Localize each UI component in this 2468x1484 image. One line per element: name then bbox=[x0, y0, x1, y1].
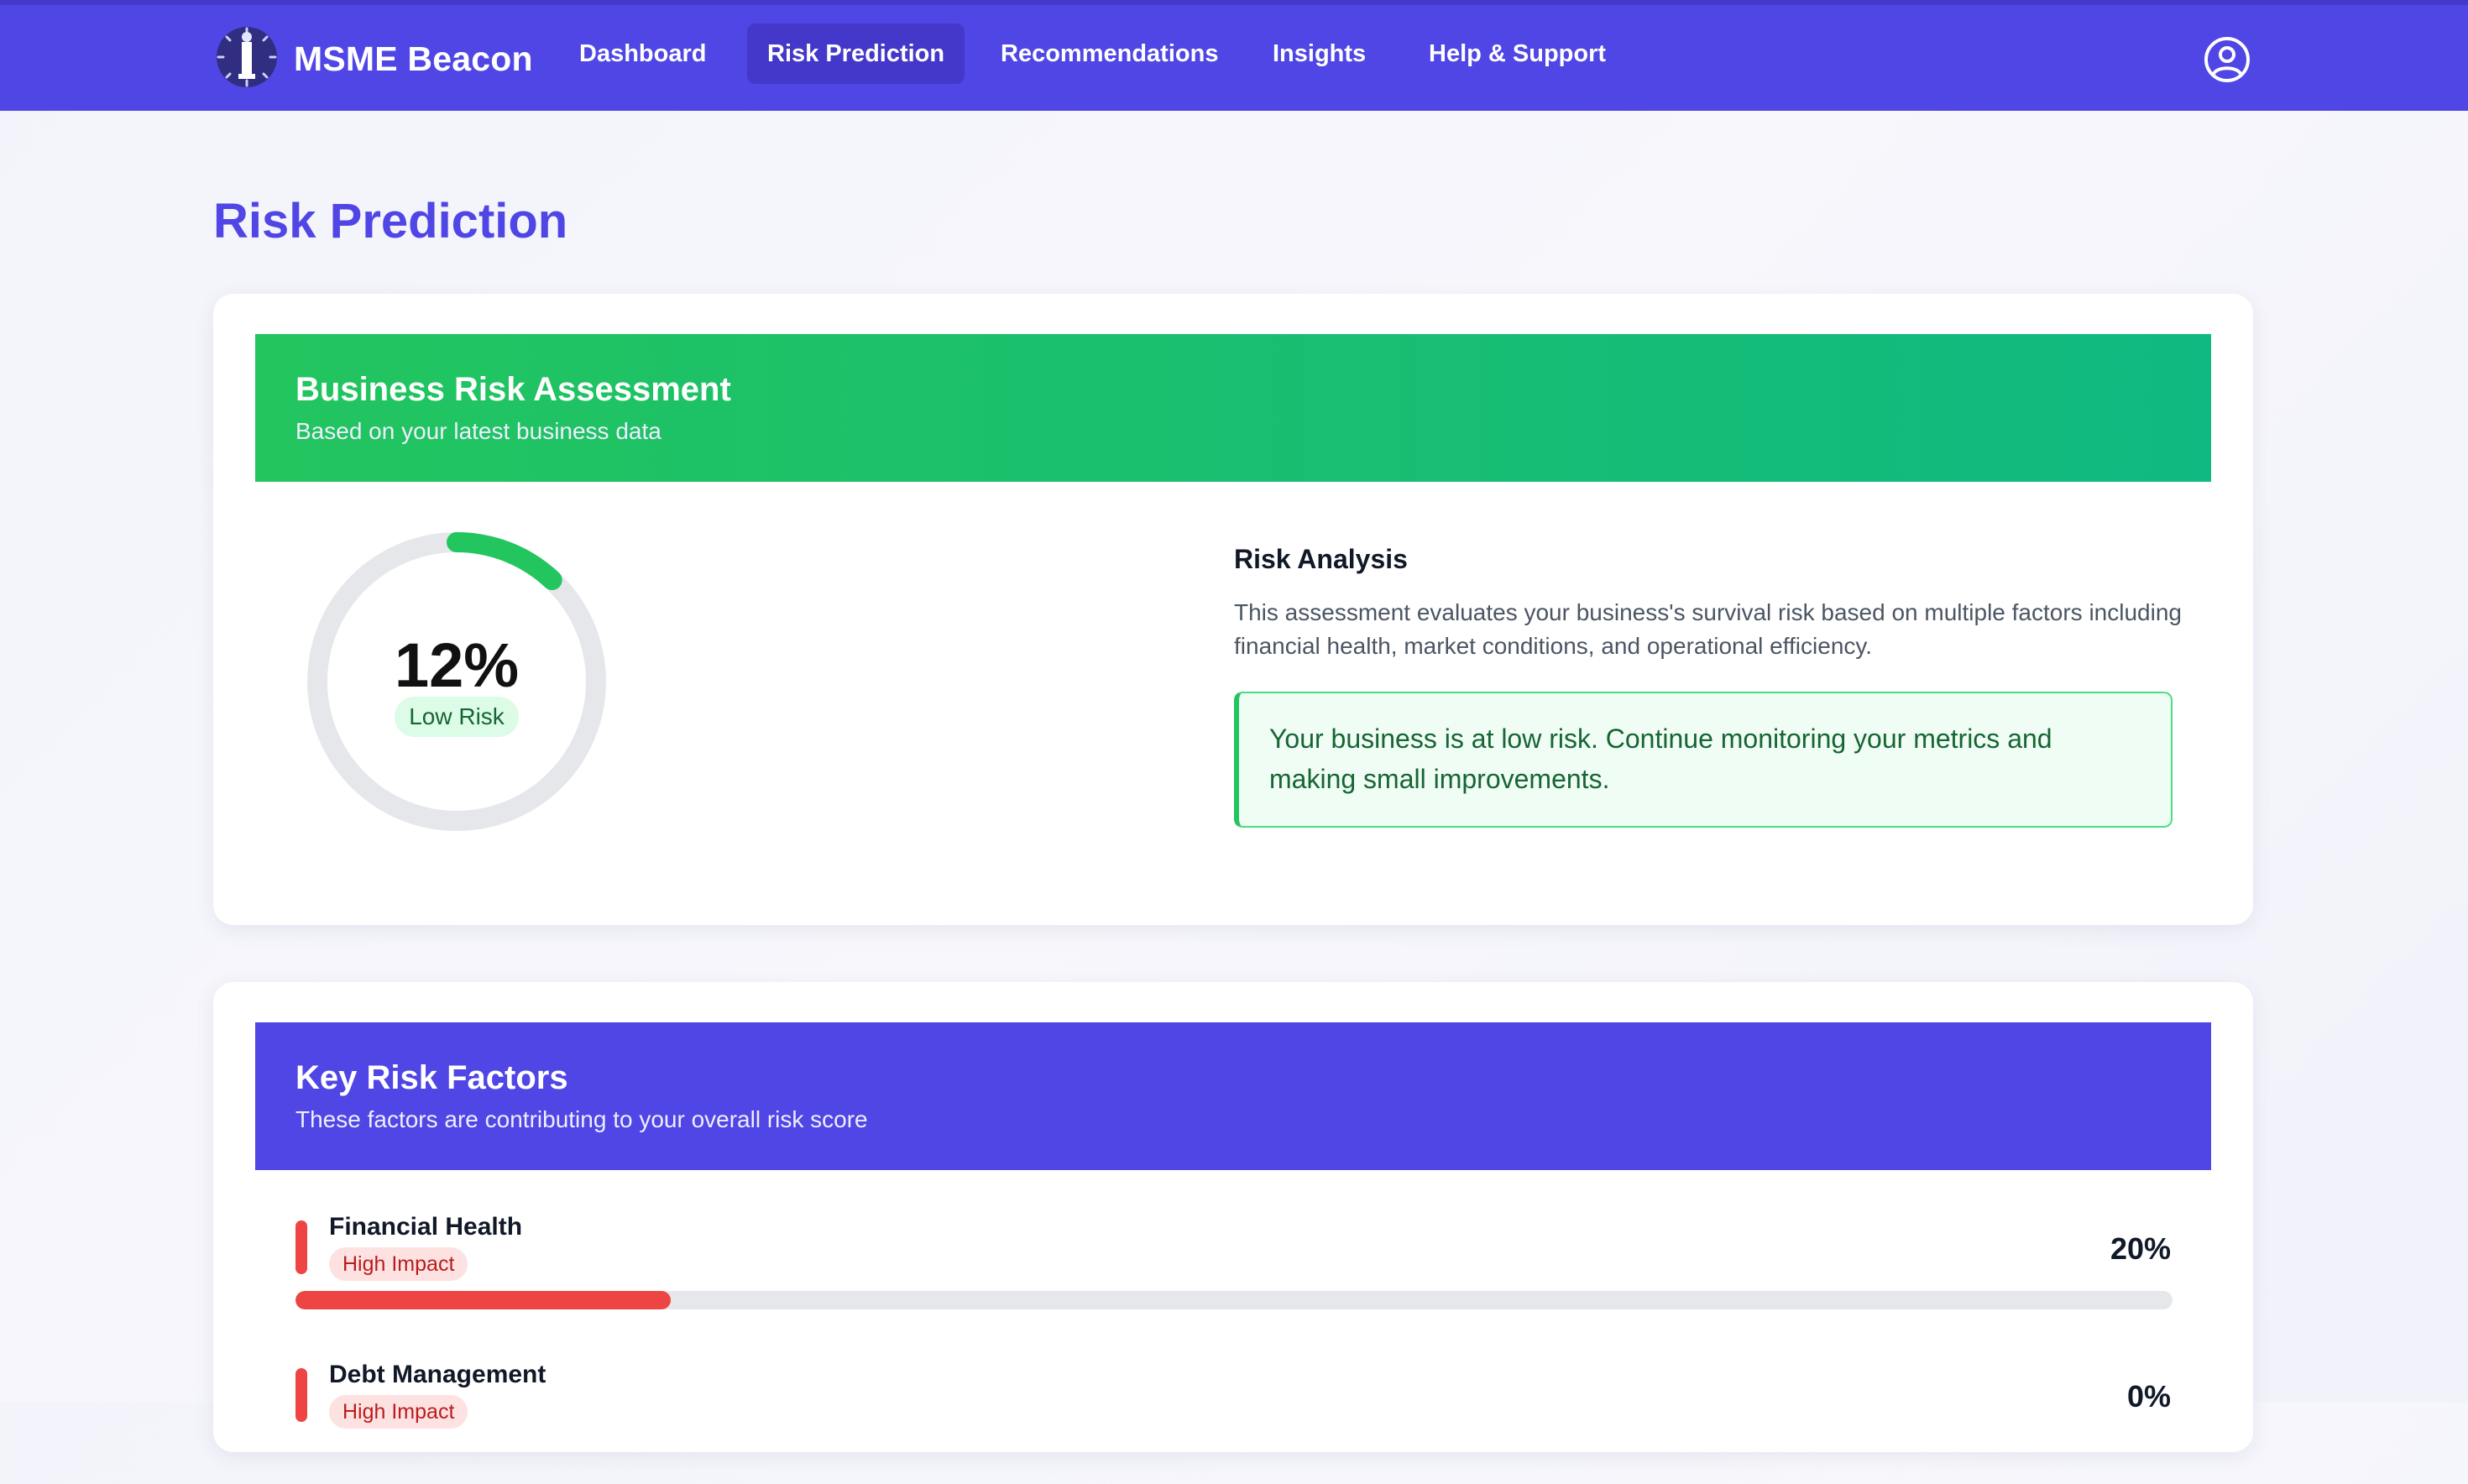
impact-badge: High Impact bbox=[329, 1247, 468, 1281]
impact-badge: High Impact bbox=[329, 1395, 468, 1429]
risk-factor-row: Financial Health High Impact 20% bbox=[255, 1210, 2211, 1336]
factor-percent: 20% bbox=[2110, 1231, 2171, 1266]
factor-name: Debt Management bbox=[329, 1361, 546, 1388]
factor-progress-track bbox=[295, 1291, 2173, 1309]
factors-subtitle: These factors are contributing to your o… bbox=[295, 1106, 868, 1132]
impact-indicator bbox=[295, 1220, 307, 1274]
assessment-title: Business Risk Assessment bbox=[295, 371, 731, 408]
key-risk-factors-card: Key Risk Factors These factors are contr… bbox=[213, 982, 2253, 1452]
risk-analysis-text: This assessment evaluates your business'… bbox=[1234, 599, 2182, 659]
impact-indicator bbox=[295, 1368, 307, 1422]
recommendation-text: Your business is at low risk. Continue m… bbox=[1269, 724, 2052, 794]
nav-help-support[interactable]: Help & Support bbox=[1409, 24, 1626, 84]
nav-recommendations[interactable]: Recommendations bbox=[980, 24, 1238, 84]
factor-progress-fill bbox=[295, 1291, 672, 1309]
recommendation-box: Your business is at low risk. Continue m… bbox=[1234, 692, 2173, 828]
risk-level-badge: Low Risk bbox=[395, 697, 519, 737]
risk-percent: 12% bbox=[394, 630, 520, 700]
page-title: Risk Prediction bbox=[213, 194, 568, 248]
nav-insights[interactable]: Insights bbox=[1252, 24, 1386, 84]
lighthouse-beacon-icon[interactable] bbox=[213, 24, 280, 91]
assessment-header: Business Risk Assessment Based on your l… bbox=[255, 334, 2211, 482]
factor-percent: 0% bbox=[2126, 1379, 2171, 1413]
factors-header: Key Risk Factors These factors are contr… bbox=[255, 1022, 2211, 1170]
factors-title: Key Risk Factors bbox=[295, 1059, 568, 1096]
brand-name[interactable]: MSME Beacon bbox=[294, 34, 533, 84]
factor-name: Financial Health bbox=[329, 1213, 523, 1241]
risk-analysis-title: Risk Analysis bbox=[1234, 544, 1408, 574]
risk-factor-row: Debt Management High Impact 0% bbox=[255, 1358, 2211, 1484]
user-circle-icon[interactable] bbox=[2203, 35, 2251, 84]
top-navigation: MSME Beacon Dashboard Risk Prediction Re… bbox=[0, 5, 2468, 111]
nav-dashboard[interactable]: Dashboard bbox=[559, 24, 726, 84]
nav-risk-prediction[interactable]: Risk Prediction bbox=[747, 24, 965, 84]
assessment-subtitle: Based on your latest business data bbox=[295, 418, 661, 444]
risk-assessment-card: Business Risk Assessment Based on your l… bbox=[213, 294, 2253, 925]
